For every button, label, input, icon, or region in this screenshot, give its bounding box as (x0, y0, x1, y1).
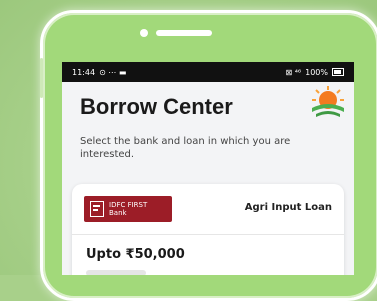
loan-type: Agri Input Loan (244, 202, 332, 213)
card-divider (72, 234, 344, 235)
faded-text-placeholder (86, 270, 146, 275)
phone-speaker (156, 30, 212, 36)
sun-logo-icon (312, 86, 344, 117)
loan-amount: Upto ₹50,000 (86, 247, 185, 262)
battery-icon (332, 68, 344, 76)
page-title: Borrow Center (80, 94, 233, 119)
bank-name-line2: Bank (109, 209, 127, 217)
bank-logo: IDFC FIRST Bank (84, 196, 172, 222)
phone-side-button (40, 58, 43, 98)
notification-icons: ⊙ ⋯ ▬ (99, 67, 127, 77)
battery-percent: 100% (305, 67, 328, 77)
signal-icon: ⊠ ⁴⁶ (285, 67, 302, 77)
loan-card[interactable]: IDFC FIRST Bank Agri Input Loan Upto ₹50… (72, 184, 344, 275)
page-subtitle: Select the bank and loan in which you ar… (80, 136, 291, 160)
front-camera (140, 29, 148, 37)
bank-logo-icon (90, 201, 104, 217)
status-bar: 11:44 ⊙ ⋯ ▬ ⊠ ⁴⁶ 100% (62, 62, 354, 82)
bank-name-line1: IDFC FIRST (109, 201, 148, 209)
status-time: 11:44 (72, 67, 96, 77)
app-screen: 11:44 ⊙ ⋯ ▬ ⊠ ⁴⁶ 100% Borrow Center Sele… (62, 62, 354, 275)
